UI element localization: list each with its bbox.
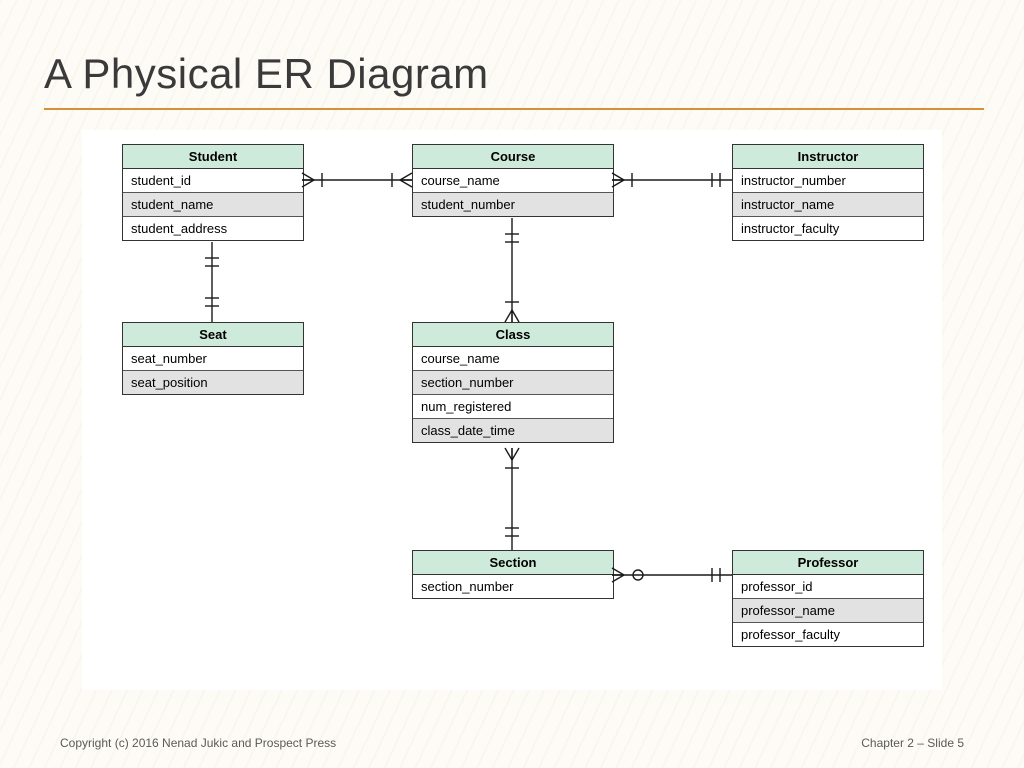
entity-seat: Seat seat_number seat_position (122, 322, 304, 395)
attr-row: student_number (413, 193, 613, 216)
entity-professor: Professor professor_id professor_name pr… (732, 550, 924, 647)
entity-header: Seat (123, 323, 303, 347)
entity-class: Class course_name section_number num_reg… (412, 322, 614, 443)
entity-student: Student student_id student_name student_… (122, 144, 304, 241)
attr-row: section_number (413, 575, 613, 598)
entity-course: Course course_name student_number (412, 144, 614, 217)
entity-header: Instructor (733, 145, 923, 169)
attr-row: student_address (123, 217, 303, 240)
attr-row: num_registered (413, 395, 613, 419)
slide-footer: Copyright (c) 2016 Nenad Jukic and Prosp… (0, 736, 1024, 750)
attr-row: student_id (123, 169, 303, 193)
attr-row: professor_id (733, 575, 923, 599)
attr-row: instructor_faculty (733, 217, 923, 240)
attr-row: professor_faculty (733, 623, 923, 646)
attr-row: seat_position (123, 371, 303, 394)
diagram-canvas: Student student_id student_name student_… (82, 130, 942, 690)
attr-row: instructor_number (733, 169, 923, 193)
entity-header: Professor (733, 551, 923, 575)
footer-left: Copyright (c) 2016 Nenad Jukic and Prosp… (60, 736, 336, 750)
attr-row: student_name (123, 193, 303, 217)
entity-header: Course (413, 145, 613, 169)
attr-row: course_name (413, 169, 613, 193)
attr-row: instructor_name (733, 193, 923, 217)
entity-header: Class (413, 323, 613, 347)
attr-row: class_date_time (413, 419, 613, 442)
attr-row: section_number (413, 371, 613, 395)
attr-row: seat_number (123, 347, 303, 371)
title-rule (44, 108, 984, 110)
footer-right: Chapter 2 – Slide 5 (861, 736, 964, 750)
entity-header: Section (413, 551, 613, 575)
entity-header: Student (123, 145, 303, 169)
attr-row: course_name (413, 347, 613, 371)
attr-row: professor_name (733, 599, 923, 623)
entity-section: Section section_number (412, 550, 614, 599)
page-title: A Physical ER Diagram (44, 50, 489, 98)
entity-instructor: Instructor instructor_number instructor_… (732, 144, 924, 241)
slide: A Physical ER Diagram Student student_id… (0, 0, 1024, 768)
